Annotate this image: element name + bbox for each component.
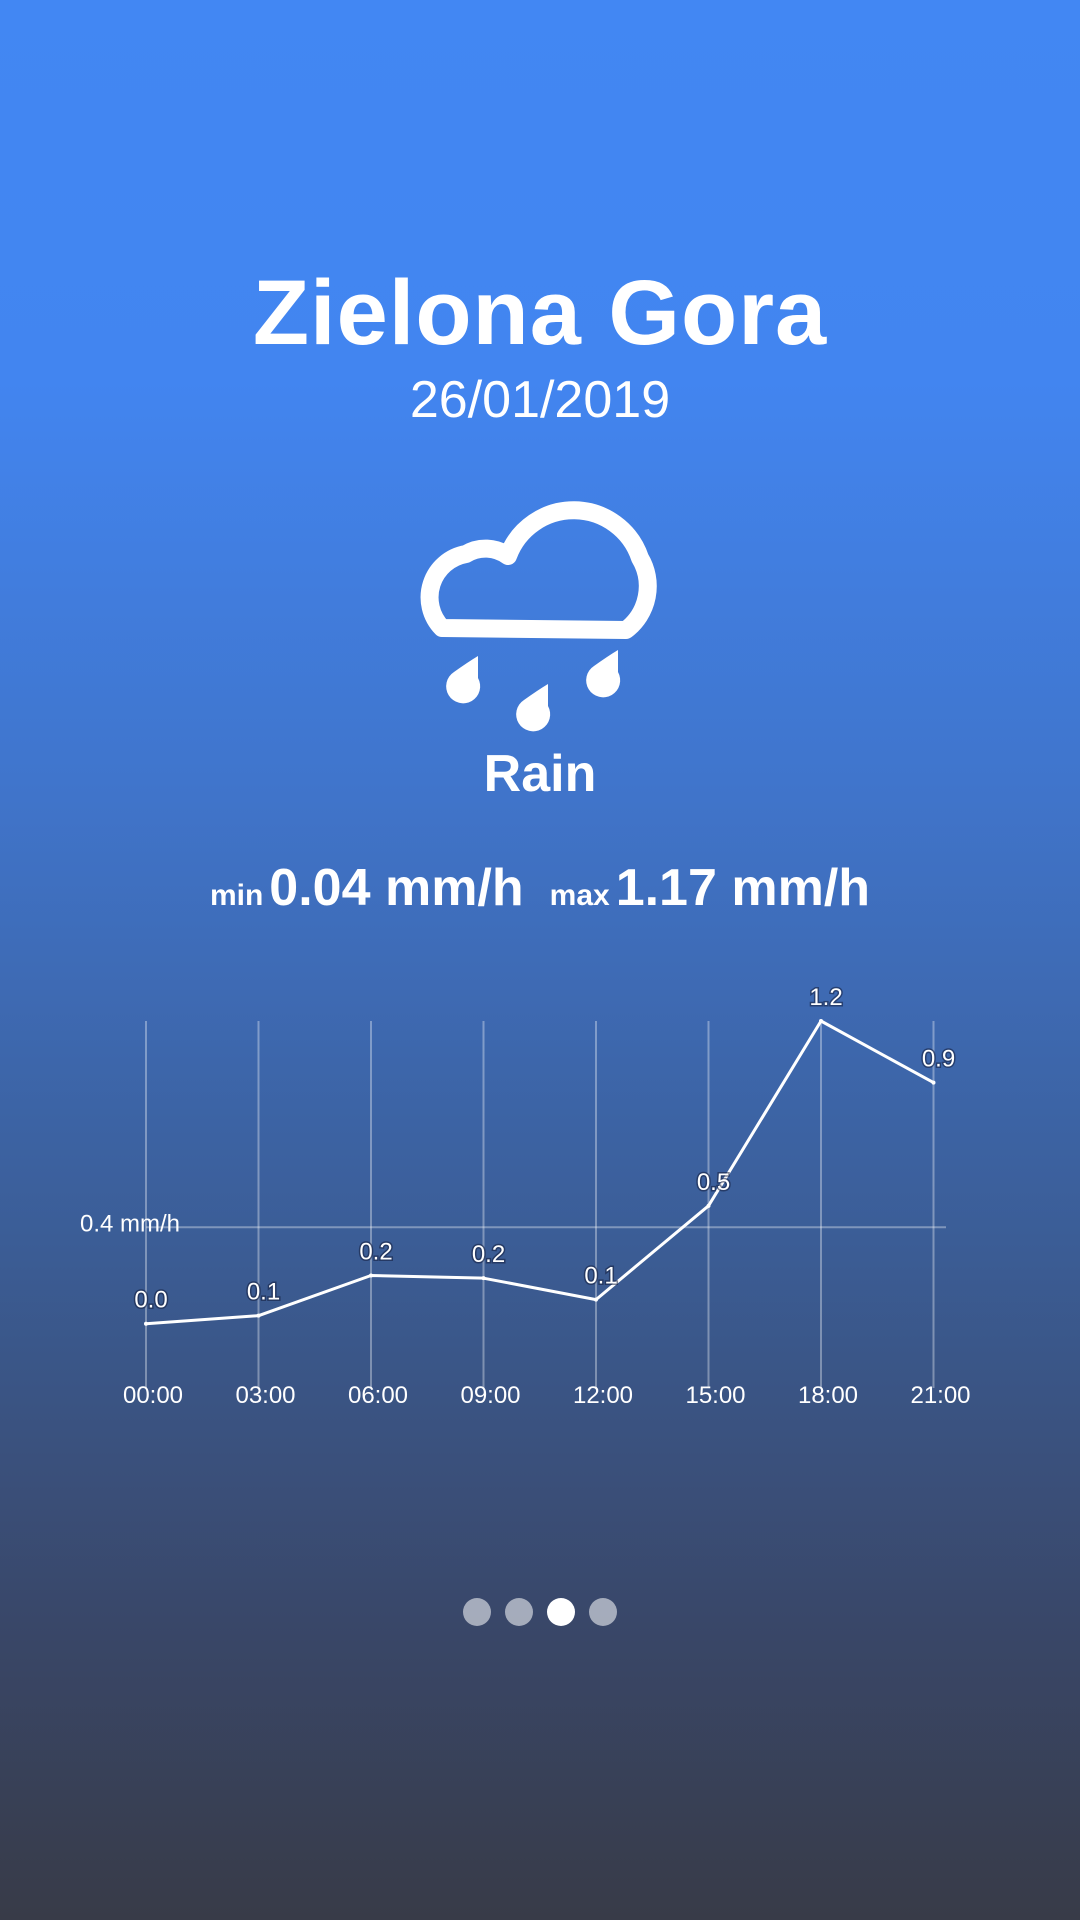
precipitation-chart: 0.4 mm/h 0.0 0.1 0.2 0.2 0.1 0.5 1.2 0.9 00:00 03:… — [80, 983, 971, 1410]
page-dot[interactable] — [505, 1598, 533, 1626]
x-tick-label: 00:00 — [123, 1382, 183, 1409]
data-point — [931, 1080, 936, 1085]
data-label: 1.2 — [809, 984, 842, 1011]
max-label: max — [549, 879, 610, 912]
data-point — [594, 1297, 598, 1302]
data-label: 0.0 — [134, 1287, 167, 1314]
forecast-date: 26/01/2019 — [409, 371, 671, 429]
x-tick-label: 15:00 — [685, 1382, 745, 1409]
x-tick-label: 21:00 — [910, 1382, 970, 1409]
data-label: 0.2 — [359, 1238, 392, 1265]
precipitation-range: min 0.04 mm/h max 1.17 mm/h — [0, 856, 1080, 933]
page-dot[interactable] — [589, 1598, 617, 1626]
page-dot-active[interactable] — [547, 1598, 575, 1626]
data-label: 0.1 — [247, 1279, 280, 1306]
min-value: 0.04 mm/h — [269, 859, 524, 917]
data-label: 0.5 — [697, 1169, 730, 1196]
max-value: 1.17 mm/h — [615, 859, 871, 917]
data-point — [481, 1276, 486, 1281]
data-point — [256, 1313, 261, 1318]
data-point — [706, 1203, 711, 1208]
data-label: 0.2 — [472, 1241, 505, 1268]
x-tick-label: 18:00 — [798, 1382, 858, 1409]
city-name: Zielona Gora — [252, 262, 828, 364]
x-tick-label: 12:00 — [573, 1382, 633, 1409]
x-tick-label: 03:00 — [235, 1382, 295, 1409]
reference-line-label: 0.4 mm/h — [80, 1210, 180, 1237]
data-point — [144, 1321, 148, 1326]
data-label: 0.1 — [584, 1263, 617, 1290]
data-point — [819, 1019, 823, 1023]
x-tick-label: 06:00 — [348, 1382, 408, 1409]
data-point — [369, 1273, 373, 1278]
page-dot[interactable] — [463, 1598, 491, 1626]
page-indicator[interactable] — [0, 1598, 1080, 1628]
rain-cloud-icon — [420, 501, 657, 732]
min-label: min — [209, 879, 264, 912]
x-tick-label: 09:00 — [460, 1382, 520, 1409]
weather-condition: Rain — [483, 745, 597, 803]
data-label: 0.9 — [922, 1046, 955, 1073]
